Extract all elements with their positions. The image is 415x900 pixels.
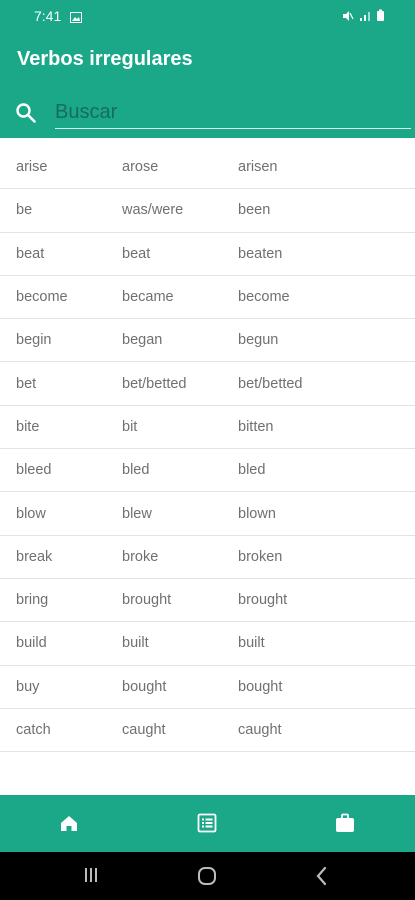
verb-row[interactable]: bite bit bitten xyxy=(0,406,415,450)
verb-past-participle: become xyxy=(238,289,290,306)
verb-row[interactable]: buy bought bought xyxy=(0,666,415,709)
verb-row[interactable]: blow blew blown xyxy=(0,492,415,536)
verb-past-participle: begun xyxy=(238,332,279,349)
verb-past-simple: built xyxy=(122,635,149,652)
verb-base-form: beat xyxy=(16,245,45,262)
verb-past-participle: beaten xyxy=(238,245,283,262)
verb-past-simple: arose xyxy=(122,159,159,176)
verb-past-simple: began xyxy=(122,332,163,349)
verb-past-participle: brought xyxy=(238,592,288,609)
search-icon xyxy=(15,102,37,129)
verb-base-form: be xyxy=(16,202,33,219)
verb-past-simple: bled xyxy=(122,462,150,479)
verb-past-simple: was/were xyxy=(122,202,184,219)
verb-base-form: break xyxy=(16,548,53,565)
verb-past-simple: brought xyxy=(122,592,172,609)
verb-past-participle: bitten xyxy=(238,418,274,435)
verb-past-participle: broken xyxy=(238,548,283,565)
app-bar: Verbos irregulares xyxy=(0,32,415,138)
verb-base-form: arise xyxy=(16,159,48,176)
verb-row[interactable]: bet bet/betted bet/betted xyxy=(0,362,415,406)
recent-apps-icon[interactable] xyxy=(82,866,100,889)
verb-past-simple: broke xyxy=(122,548,159,565)
verb-base-form: bite xyxy=(16,418,40,435)
verb-base-form: catch xyxy=(16,722,51,738)
back-icon[interactable] xyxy=(314,866,330,891)
home-icon[interactable] xyxy=(58,812,82,836)
list-icon[interactable] xyxy=(196,812,220,836)
verb-base-form: buy xyxy=(16,678,40,695)
status-bar: 7:41 xyxy=(0,0,415,32)
verb-past-participle: bled xyxy=(238,462,266,479)
status-time: 7:41 xyxy=(34,8,62,24)
verb-base-form: bleed xyxy=(16,462,52,479)
verb-base-form: begin xyxy=(16,332,52,349)
bottom-navigation xyxy=(0,795,415,852)
battery-icon xyxy=(377,9,384,21)
verb-row[interactable]: be was/were been xyxy=(0,189,415,233)
verb-past-participle: blown xyxy=(238,505,276,522)
verb-row[interactable]: break broke broken xyxy=(0,536,415,579)
verb-past-simple: bit xyxy=(122,418,138,435)
status-icons xyxy=(342,9,385,22)
verb-past-simple: bet/betted xyxy=(122,375,187,392)
verb-past-participle: been xyxy=(238,202,271,219)
signal-icon xyxy=(360,11,370,21)
verb-base-form: become xyxy=(16,289,68,306)
verb-row[interactable]: begin began begun xyxy=(0,319,415,363)
verb-base-form: build xyxy=(16,635,47,652)
verb-past-participle: caught xyxy=(238,722,282,738)
verb-row[interactable]: beat beat beaten xyxy=(0,233,415,276)
verb-row[interactable]: arise arose arisen xyxy=(0,146,415,190)
home-system-icon[interactable] xyxy=(197,866,217,891)
verb-row[interactable]: bring brought brought xyxy=(0,579,415,623)
verb-base-form: bet xyxy=(16,375,37,392)
verb-past-simple: caught xyxy=(122,722,166,738)
verb-past-participle: built xyxy=(238,635,265,652)
verb-list: arise arose arisen be was/were been beat beat be… xyxy=(0,146,415,753)
image-notification-icon xyxy=(70,10,82,28)
verb-past-simple: blew xyxy=(122,505,152,522)
verb-row[interactable]: become became become xyxy=(0,276,415,320)
verb-row[interactable]: catch caught caught xyxy=(0,709,415,753)
mute-icon xyxy=(343,10,354,21)
verb-past-simple: became xyxy=(122,289,174,306)
verb-past-simple: beat xyxy=(122,245,151,262)
verb-past-simple: bought xyxy=(122,678,167,695)
verb-row[interactable]: bleed bled bled xyxy=(0,449,415,493)
verb-past-participle: arisen xyxy=(238,159,278,176)
verb-row[interactable]: build built built xyxy=(0,622,415,666)
search-input[interactable] xyxy=(55,96,411,129)
system-navigation-bar xyxy=(0,852,415,900)
verb-past-participle: bet/betted xyxy=(238,375,303,392)
verb-base-form: blow xyxy=(16,505,46,522)
verb-past-participle: bought xyxy=(238,678,283,695)
page-title: Verbos irregulares xyxy=(17,48,193,70)
verb-base-form: bring xyxy=(16,592,49,609)
briefcase-icon[interactable] xyxy=(334,812,358,836)
